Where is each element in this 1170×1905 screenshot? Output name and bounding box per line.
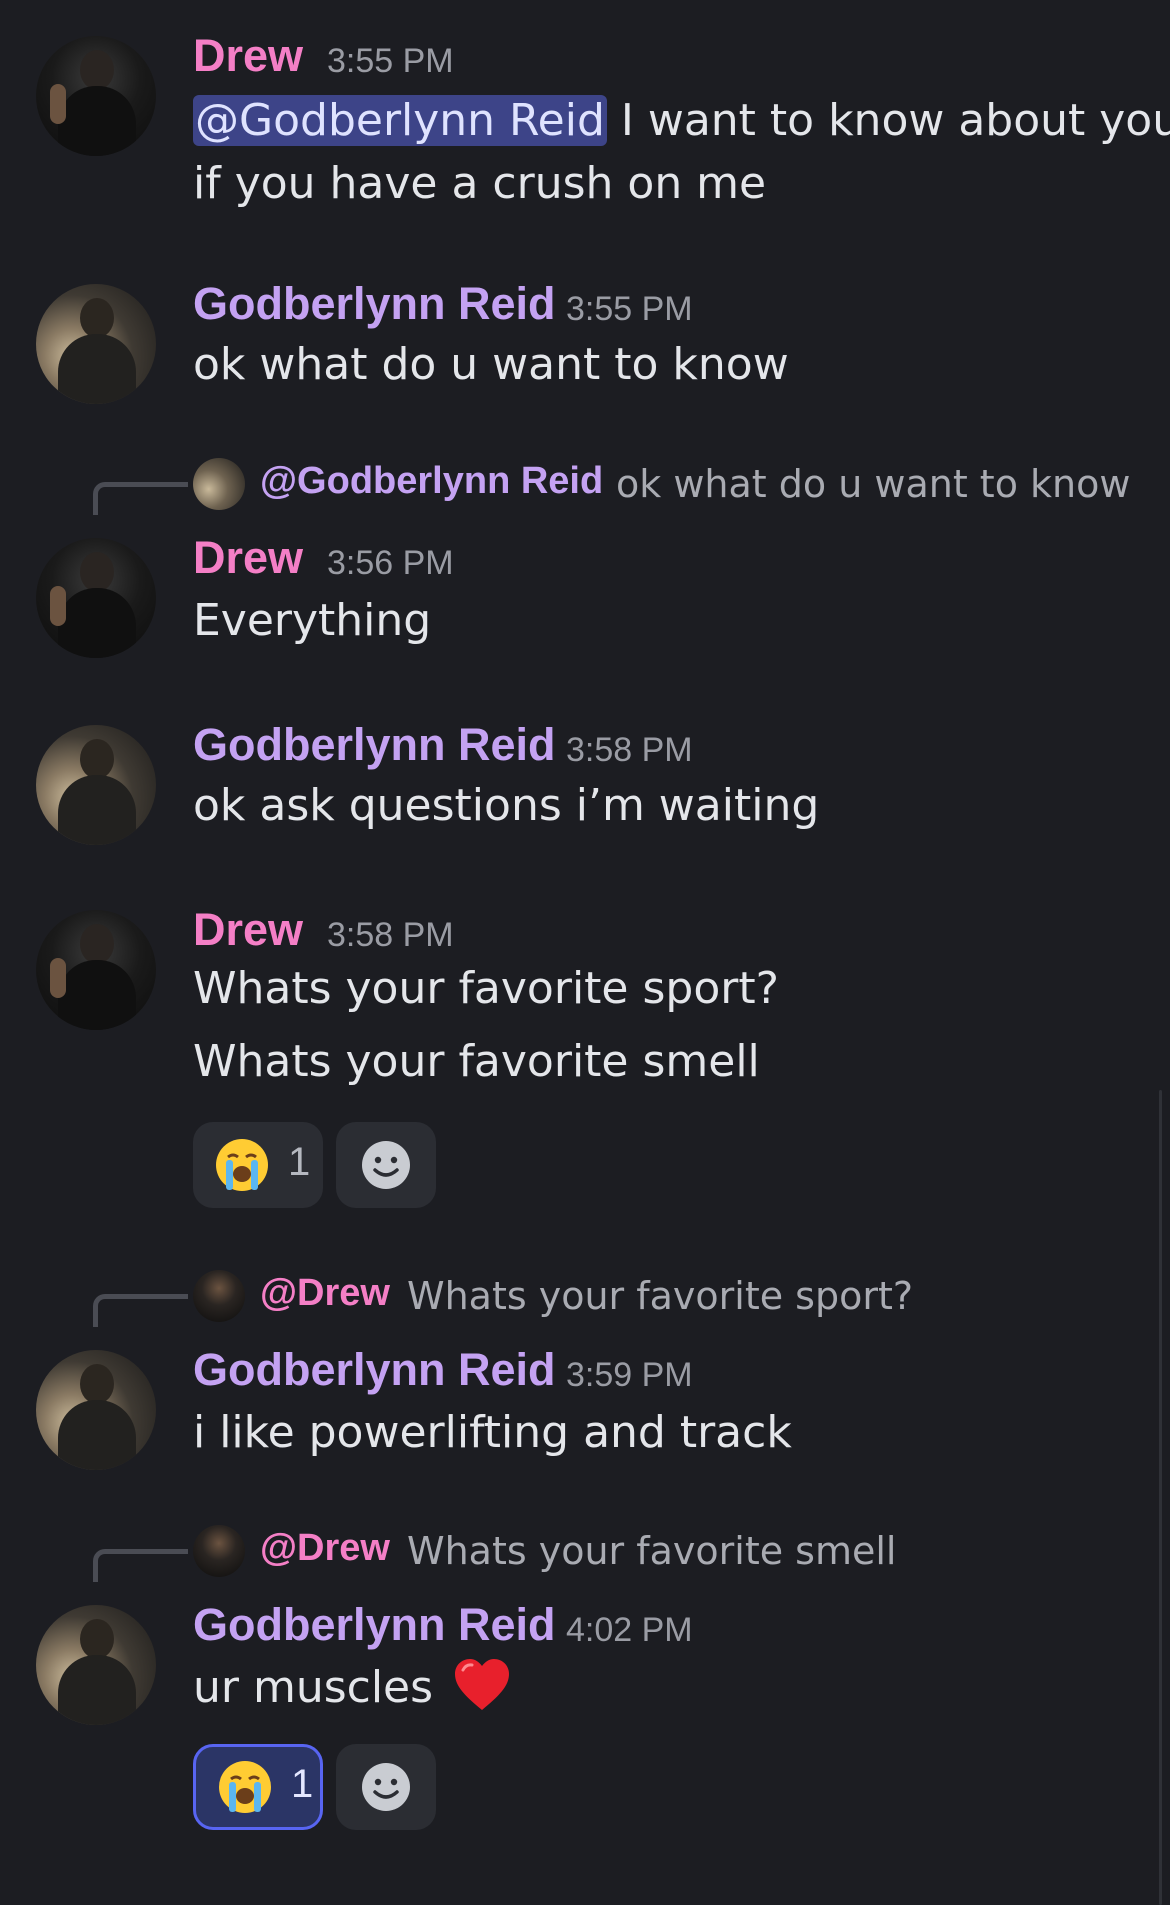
reaction-crying-selected[interactable]: 1 [193, 1744, 323, 1830]
timestamp: 4:02 PM [566, 1611, 693, 1649]
avatar-godberlynn[interactable] [36, 1605, 156, 1725]
message[interactable]: Drew 3:58 PM Whats your favorite sport? … [0, 900, 1170, 1230]
message-text-part: I want to know about you [606, 95, 1170, 146]
author-name[interactable]: Drew [193, 532, 303, 584]
smiley-add-icon [362, 1763, 410, 1811]
message-text: i like powerlifting and track [193, 1407, 792, 1458]
reaction-count: 1 [288, 1140, 311, 1184]
message-text-line: Whats your favorite smell [193, 1036, 760, 1087]
author-name[interactable]: Godberlynn Reid [193, 1599, 556, 1651]
timestamp: 3:58 PM [327, 916, 454, 954]
timestamp: 3:56 PM [327, 544, 454, 582]
loudly-crying-face-icon [219, 1761, 271, 1813]
avatar-godberlynn[interactable] [36, 725, 156, 845]
reply-connector [93, 1294, 188, 1327]
message[interactable]: Godberlynn Reid 3:55 PM ok what do u wan… [0, 270, 1170, 420]
message-text-line: Whats your favorite sport? [193, 963, 779, 1014]
avatar-drew[interactable] [36, 910, 156, 1030]
message[interactable]: Godberlynn Reid 3:58 PM ok ask questions… [0, 715, 1170, 865]
reply-avatar [193, 1525, 245, 1577]
avatar-godberlynn[interactable] [36, 1350, 156, 1470]
reply-connector [93, 482, 188, 515]
message-text: ok ask questions i’m waiting [193, 780, 820, 831]
reply-mention[interactable]: @Drew [260, 1527, 390, 1570]
chat-message-list: Drew 3:55 PM @Godberlynn Reid I want to … [0, 0, 1170, 1905]
message-text: Everything [193, 595, 432, 646]
reply-snippet[interactable]: Whats your favorite smell [407, 1529, 897, 1573]
message-text: ur muscles [193, 1657, 511, 1719]
timestamp: 3:55 PM [566, 290, 693, 328]
timestamp: 3:58 PM [566, 731, 693, 769]
author-name[interactable]: Godberlynn Reid [193, 719, 556, 771]
reaction-count: 1 [291, 1762, 314, 1806]
avatar-drew[interactable] [36, 538, 156, 658]
message-text: @Godberlynn Reid I want to know about yo… [193, 90, 1170, 152]
add-reaction-button[interactable] [336, 1744, 436, 1830]
message-text-line: if you have a crush on me [193, 158, 767, 209]
author-name[interactable]: Drew [193, 904, 303, 956]
timestamp: 3:59 PM [566, 1356, 693, 1394]
avatar-drew[interactable] [36, 36, 156, 156]
add-reaction-button[interactable] [336, 1122, 436, 1208]
reply-snippet[interactable]: ok what do u want to know [616, 462, 1130, 506]
author-name[interactable]: Godberlynn Reid [193, 1344, 556, 1396]
author-name[interactable]: Godberlynn Reid [193, 278, 556, 330]
message-text: ok what do u want to know [193, 339, 789, 390]
author-name[interactable]: Drew [193, 30, 303, 82]
reply-avatar [193, 458, 245, 510]
user-mention[interactable]: @Godberlynn Reid [193, 95, 607, 146]
loudly-crying-face-icon [216, 1139, 268, 1191]
message[interactable]: @Drew Whats your favorite sport? Godberl… [0, 1262, 1170, 1482]
message[interactable]: Drew 3:55 PM @Godberlynn Reid I want to … [0, 0, 1170, 240]
reply-connector [93, 1549, 188, 1582]
avatar-godberlynn[interactable] [36, 284, 156, 404]
scrollbar[interactable] [1159, 1090, 1162, 1905]
reply-mention[interactable]: @Drew [260, 1272, 390, 1315]
reaction-crying[interactable]: 1 [193, 1122, 323, 1208]
reply-snippet[interactable]: Whats your favorite sport? [407, 1274, 913, 1318]
red-heart-icon [455, 1659, 510, 1710]
message-text-part: ur muscles [193, 1662, 434, 1713]
message[interactable]: @Drew Whats your favorite smell Godberly… [0, 1517, 1170, 1897]
timestamp: 3:55 PM [327, 42, 454, 80]
reply-mention[interactable]: @Godberlynn Reid [260, 460, 603, 503]
reply-avatar [193, 1270, 245, 1322]
message[interactable]: @Godberlynn Reid ok what do u want to kn… [0, 450, 1170, 670]
smiley-add-icon [362, 1141, 410, 1189]
